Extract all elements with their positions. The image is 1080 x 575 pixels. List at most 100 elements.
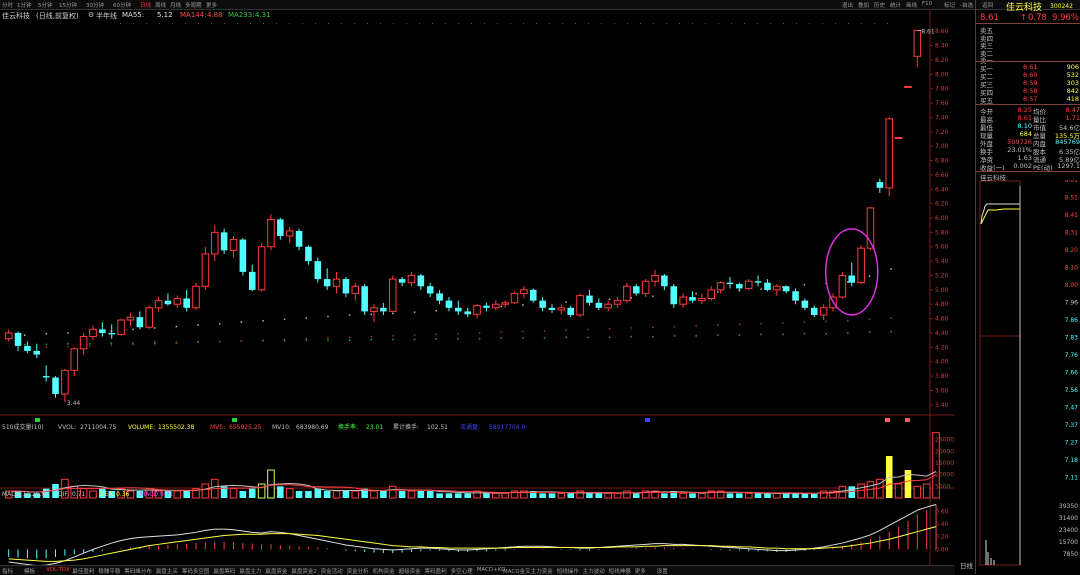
period-tab-1[interactable]: 1分钟 <box>17 1 32 9</box>
candle-body <box>492 303 500 309</box>
toolbar-action-6[interactable]: 标记 <box>944 1 955 9</box>
macd-header-text: MACD: <box>140 491 160 498</box>
ma-settings-icon[interactable]: ⚙ <box>88 11 94 19</box>
event-marker[interactable] <box>35 418 40 422</box>
candle-body <box>33 350 41 355</box>
volume-bar <box>744 492 753 499</box>
indicator-tab-2[interactable]: VOL-TDX <box>46 567 70 573</box>
candle <box>136 311 144 330</box>
ref-dot <box>497 23 498 24</box>
quote-panel: 佳云科技 300242 8.61 ↑ 0.78 9.96% 卖五 卖四 卖三 卖二 卖一 买一 8.61… <box>960 0 1080 574</box>
ma144-line-dot <box>652 326 654 328</box>
volume-bar <box>782 493 790 498</box>
ma233-line-dot <box>803 332 806 335</box>
candle-body <box>483 305 490 308</box>
event-marker[interactable] <box>905 418 910 422</box>
candle <box>670 284 678 308</box>
ma144-line-dot <box>370 335 373 338</box>
ma144-line-dot <box>782 322 784 324</box>
ma144-line-dot <box>760 322 762 325</box>
period-tab-0[interactable]: 分时 <box>2 1 13 9</box>
candle <box>285 226 294 244</box>
kline-app: 分时 1分钟 5分钟 15分钟 30分钟 60分钟 日线 周线 月线 多周期 更多 退出 叠加 历史 统计画… <box>0 0 1080 575</box>
ma55-line-dot <box>240 321 243 323</box>
ma144-line-dot <box>630 327 632 329</box>
ma55-line-dot <box>370 313 373 316</box>
candle-body <box>314 261 322 280</box>
candle-body <box>904 86 912 89</box>
candle <box>792 288 799 305</box>
mini-price-tick: 7.37 <box>1065 422 1079 429</box>
candle-body <box>623 285 631 302</box>
volume-bar <box>239 491 247 498</box>
mini-price-tick: 7.56 <box>1065 387 1079 394</box>
candle <box>229 235 238 258</box>
period-tab-5[interactable]: 60分钟 <box>113 1 131 9</box>
event-marker[interactable] <box>232 418 237 422</box>
ref-dot <box>302 23 303 24</box>
ma55-line-dot <box>695 292 697 295</box>
volume-header-text: 换手率: <box>338 423 358 431</box>
volume-bar <box>436 493 443 498</box>
ma55-line-dot <box>305 317 308 319</box>
candle-body <box>520 289 528 294</box>
ma233-line-dot <box>717 334 719 336</box>
candle <box>295 228 303 251</box>
ma233-line-dot <box>782 333 784 336</box>
mini-price-tick: 7.76 <box>1065 352 1079 359</box>
volume-bar <box>633 493 640 498</box>
toolbar-action-2[interactable]: 历史 <box>874 1 885 9</box>
low-price-label: 3.44 <box>67 400 81 407</box>
ref-dot <box>770 23 771 24</box>
buy-level-volume: 532 <box>1066 71 1079 79</box>
buy-level-volume: 842 <box>1066 87 1079 95</box>
ma144-line-dot <box>565 329 567 331</box>
candle-body <box>557 307 566 311</box>
period-tab-10[interactable]: 更多 <box>206 1 217 9</box>
intraday-mini-chart[interactable]: 8.61 8.51 8.41 8.31 8.20 8.10 8.00 7.96 7.86 7.83… <box>976 180 1080 572</box>
period-tab-4[interactable]: 30分钟 <box>86 1 104 9</box>
toolbar-action-3[interactable]: 统计 <box>890 1 901 9</box>
toolbar-action-4[interactable]: 画线 <box>906 1 917 9</box>
ref-dot <box>731 23 732 24</box>
mini-price-tick: 8.61 <box>1065 180 1079 184</box>
volume-bar <box>295 491 303 498</box>
volume-bar <box>773 492 781 499</box>
candle <box>866 207 875 251</box>
ma55-line-dot <box>175 325 178 328</box>
period-tab-7[interactable]: 周线 <box>155 1 166 9</box>
candle-body <box>586 295 593 303</box>
volume-bar <box>501 492 509 499</box>
macd-tick-label: 0.40 <box>935 521 949 528</box>
period-tab-9[interactable]: 多周期 <box>185 1 202 9</box>
toolbar-action-5[interactable]: F10 <box>922 1 932 7</box>
ref-dot <box>614 23 615 24</box>
event-marker[interactable] <box>885 418 890 422</box>
toolbar-action-7[interactable]: -自选 <box>960 1 973 9</box>
candle <box>192 282 200 310</box>
mini-price-tick: 8.00 <box>1065 282 1079 289</box>
toolbar-action-0[interactable]: 退出 <box>842 1 853 9</box>
candle-body <box>848 275 856 283</box>
ref-dot <box>198 23 199 24</box>
toolbar-action-1[interactable]: 叠加 <box>858 1 869 9</box>
kline-chart[interactable]: 8.60 8.40 8.20 8.00 7.80 7.60 7.40 7.20 7.00 6.80… <box>0 10 955 574</box>
candle <box>510 291 519 305</box>
candle-body <box>136 317 144 328</box>
period-tab-3[interactable]: 15分钟 <box>59 1 77 9</box>
event-marker[interactable] <box>645 418 650 422</box>
period-tab-2[interactable]: 5分钟 <box>38 1 53 9</box>
ma233-line-dot <box>392 338 394 341</box>
volume-bar <box>764 493 771 498</box>
ref-dot <box>887 23 888 24</box>
candle-body <box>248 271 256 290</box>
price-tick-label: 4.20 <box>935 344 949 351</box>
period-tab-8[interactable]: 月线 <box>170 1 181 9</box>
stat-value: 0.002 <box>1013 162 1032 170</box>
period-tab-6[interactable]: 日线 <box>140 1 151 9</box>
ref-dot <box>679 23 680 24</box>
ref-dot <box>757 23 758 24</box>
candle <box>464 307 471 318</box>
price-tick-label: 4.60 <box>935 316 949 323</box>
indicator-tab-18[interactable]: MACD+KD <box>477 567 506 573</box>
